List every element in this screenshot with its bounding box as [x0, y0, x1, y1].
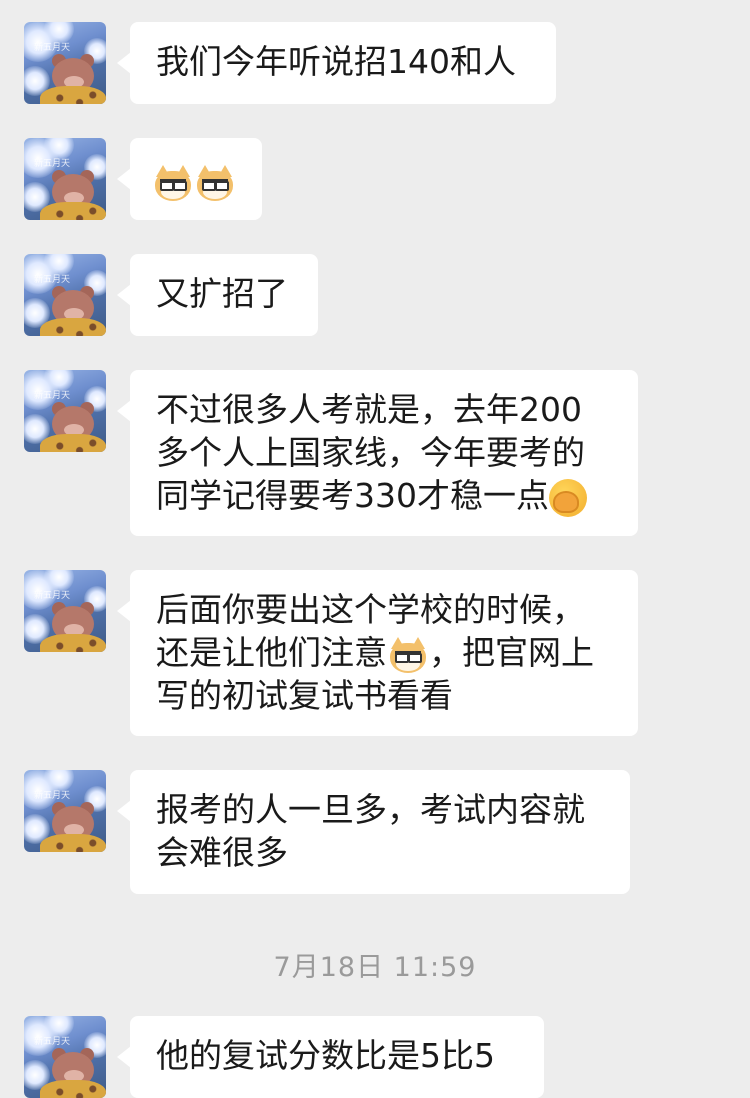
- message-bubble[interactable]: 不过很多人考就是，去年200 多个人上国家线，今年要考的 同学记得要考330才稳…: [117, 370, 638, 536]
- message-text: 报考的人一旦多，考试内容就: [156, 790, 585, 829]
- avatar-watermark: 新五月天: [34, 791, 71, 801]
- message-bubble[interactable]: 又扩招了: [117, 254, 318, 336]
- avatar-watermark: 新五月天: [34, 391, 71, 401]
- message-text: 他的复试分数比是5比5: [156, 1036, 495, 1075]
- avatar-watermark: 新五月天: [34, 159, 71, 169]
- message-text: 后面你要出这个学校的时候，: [156, 590, 585, 629]
- message-text-line: 还是让他们注意 ，把官网上: [156, 631, 612, 674]
- avatar[interactable]: 新五月天: [24, 370, 106, 452]
- message-text: ，把官网上: [429, 633, 594, 672]
- message-text: 我们今年听说招140和人: [156, 42, 516, 81]
- avatar[interactable]: 新五月天: [24, 254, 106, 336]
- avatar-watermark: 新五月天: [34, 275, 71, 285]
- timestamp: 7月18日 11:59: [273, 952, 477, 983]
- message-text-line: 同学记得要考330才稳一点: [156, 474, 612, 517]
- avatar[interactable]: 新五月天: [24, 1016, 106, 1098]
- message-bubble[interactable]: 我们今年听说招140和人: [117, 22, 556, 104]
- message-text: 写的初试复试书看看: [156, 676, 453, 715]
- avatar-watermark: 新五月天: [34, 1037, 71, 1047]
- avatar[interactable]: 新五月天: [24, 570, 106, 652]
- message-bubble[interactable]: 报考的人一旦多，考试内容就 会难很多: [117, 770, 630, 894]
- cat-face-glasses-emoji: [195, 164, 235, 201]
- message-text: 还是让他们注意: [156, 633, 387, 672]
- message-text: 会难很多: [156, 833, 288, 872]
- cat-face-glasses-emoji: [388, 636, 428, 673]
- message-text: 又扩招了: [156, 274, 288, 313]
- message-bubble[interactable]: [117, 138, 262, 220]
- message-text: 不过很多人考就是，去年200: [156, 390, 582, 429]
- avatar-watermark: 新五月天: [34, 591, 71, 601]
- avatar-watermark: 新五月天: [34, 43, 71, 53]
- message-bubble[interactable]: 他的复试分数比是5比5: [117, 1016, 544, 1098]
- avatar[interactable]: 新五月天: [24, 770, 106, 852]
- message-text: 多个人上国家线，今年要考的: [156, 433, 585, 472]
- facepalm-emoji: [549, 478, 587, 517]
- avatar[interactable]: 新五月天: [24, 22, 106, 104]
- message-text: 同学记得要考330才稳一点: [156, 476, 549, 515]
- cat-face-glasses-emoji: [153, 164, 193, 201]
- avatar[interactable]: 新五月天: [24, 138, 106, 220]
- message-bubble[interactable]: 后面你要出这个学校的时候， 还是让他们注意 ，把官网上 写的初试复试书看看: [117, 570, 638, 736]
